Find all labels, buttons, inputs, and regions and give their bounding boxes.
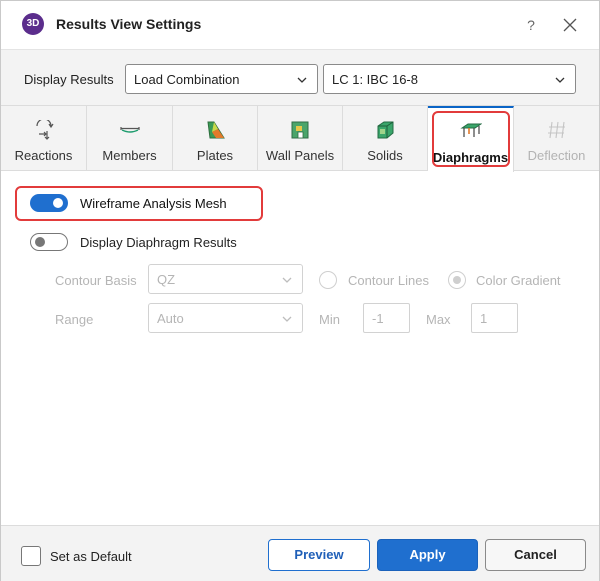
results-view-settings-dialog: 3D Results View Settings ? Display Resul…: [0, 0, 600, 581]
max-label: Max: [426, 312, 451, 327]
contour-basis-value: QZ: [157, 272, 176, 287]
highlight-diaphragms-tab: [432, 111, 510, 167]
close-button[interactable]: [559, 14, 581, 36]
min-label: Min: [319, 312, 340, 327]
max-value: 1: [480, 311, 488, 326]
title-bar: 3D Results View Settings ?: [1, 1, 599, 49]
min-input[interactable]: -1: [363, 303, 410, 333]
reactions-icon: [35, 120, 53, 140]
help-button[interactable]: ?: [521, 14, 541, 36]
cancel-button[interactable]: Cancel: [485, 539, 586, 571]
range-label: Range: [55, 312, 94, 327]
highlight-wireframe-option: [15, 186, 263, 221]
display-results-row: Display Results Load Combination LC 1: I…: [1, 49, 599, 105]
preview-button[interactable]: Preview: [268, 539, 370, 571]
members-icon: [119, 127, 140, 133]
dialog-footer: Set as Default Preview Apply Cancel: [1, 525, 599, 581]
apply-button[interactable]: Apply: [377, 539, 478, 571]
contour-lines-radio[interactable]: [319, 271, 337, 289]
load-combination-select[interactable]: LC 1: IBC 16-8: [323, 64, 576, 94]
tab-plates[interactable]: Plates: [173, 106, 258, 171]
set-as-default-label: Set as Default: [50, 549, 132, 564]
tab-plates-label: Plates: [196, 148, 234, 163]
tab-deflection[interactable]: Deflection: [514, 106, 599, 171]
plates-icon: [207, 121, 225, 139]
set-as-default-checkbox[interactable]: [21, 546, 41, 566]
max-input[interactable]: 1: [471, 303, 518, 333]
range-select[interactable]: Auto: [148, 303, 303, 333]
tab-solids[interactable]: Solids: [343, 106, 428, 171]
tab-wall-panels-label: Wall Panels: [265, 148, 335, 163]
solids-icon: [377, 121, 394, 139]
tab-deflection-label: Deflection: [527, 148, 586, 163]
tab-reactions-label: Reactions: [14, 148, 73, 163]
result-type-value: Load Combination: [134, 72, 240, 87]
tab-reactions[interactable]: Reactions: [1, 106, 87, 171]
dialog-title: Results View Settings: [56, 16, 202, 32]
display-diaphragm-results-label: Display Diaphragm Results: [80, 235, 237, 250]
app-logo-icon: 3D: [22, 13, 44, 35]
chevron-down-icon: [555, 77, 565, 83]
range-value: Auto: [157, 311, 184, 326]
close-icon: [563, 18, 577, 32]
chevron-down-icon: [282, 277, 292, 283]
display-results-label: Display Results: [24, 72, 114, 87]
color-gradient-label: Color Gradient: [476, 273, 561, 288]
display-diaphragm-results-toggle[interactable]: [30, 233, 68, 251]
color-gradient-radio[interactable]: [448, 271, 466, 289]
toggle-knob: [35, 237, 45, 247]
tab-members[interactable]: Members: [87, 106, 173, 171]
result-type-select[interactable]: Load Combination: [125, 64, 318, 94]
chevron-down-icon: [297, 77, 307, 83]
contour-basis-label: Contour Basis: [55, 273, 137, 288]
min-value: -1: [372, 311, 384, 326]
deflection-icon: [547, 121, 565, 139]
contour-basis-select[interactable]: QZ: [148, 264, 303, 294]
tab-solids-label: Solids: [367, 148, 403, 163]
tab-members-label: Members: [102, 148, 157, 163]
tab-wall-panels[interactable]: Wall Panels: [258, 106, 343, 171]
chevron-down-icon: [282, 316, 292, 322]
load-combination-value: LC 1: IBC 16-8: [332, 72, 418, 87]
contour-lines-label: Contour Lines: [348, 273, 429, 288]
wall-panels-icon: [291, 121, 309, 139]
